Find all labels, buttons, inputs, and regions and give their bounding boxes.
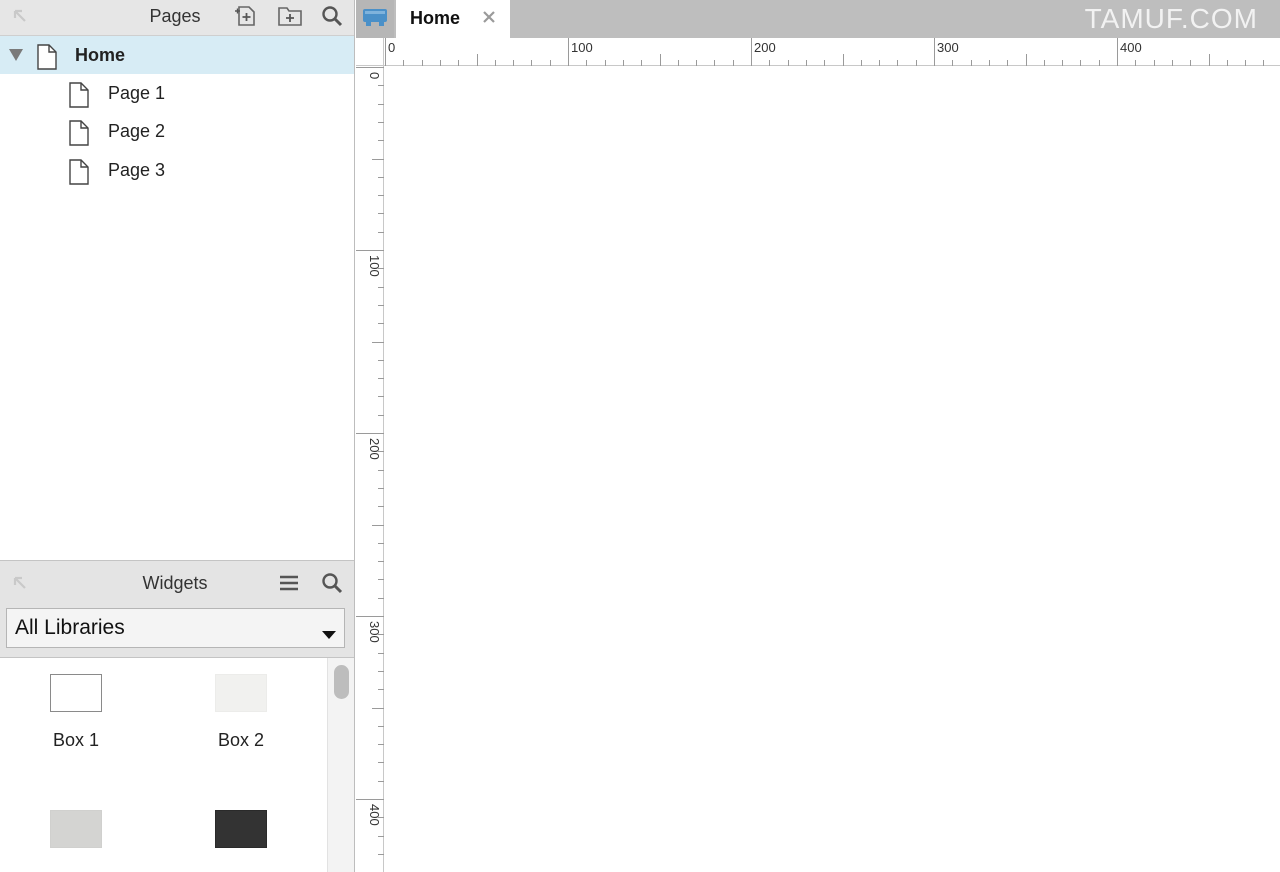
tab-home[interactable]: Home bbox=[396, 0, 510, 39]
expand-triangle-icon[interactable] bbox=[8, 48, 24, 67]
search-icon[interactable] bbox=[318, 570, 346, 596]
page-item-page-1[interactable]: Page 1 bbox=[0, 74, 354, 113]
sitemap-toggle-button[interactable] bbox=[356, 0, 394, 38]
ruler-label: 200 bbox=[367, 438, 382, 460]
widget-box-2[interactable]: Box 2 bbox=[181, 658, 301, 768]
ruler-label: 100 bbox=[367, 255, 382, 277]
close-icon[interactable] bbox=[480, 8, 498, 26]
box-3-thumbnail bbox=[50, 810, 102, 848]
page-document-icon bbox=[68, 82, 90, 113]
collapse-arrow-icon[interactable] bbox=[6, 3, 34, 29]
page-item-page-3[interactable]: Page 3 bbox=[0, 151, 354, 190]
box-2-thumbnail bbox=[215, 674, 267, 712]
pages-panel-title: Pages bbox=[149, 6, 201, 26]
library-select-value: All Libraries bbox=[15, 616, 125, 639]
widgets-panel-title: Widgets bbox=[142, 573, 208, 593]
collapse-arrow-icon[interactable] bbox=[6, 570, 34, 596]
page-item-label: Page 1 bbox=[108, 83, 166, 103]
widget-box-3[interactable] bbox=[16, 794, 136, 872]
ruler-corner bbox=[356, 38, 384, 66]
page-item-label: Home bbox=[75, 45, 126, 65]
chevron-down-icon bbox=[322, 626, 336, 644]
library-select[interactable]: All Libraries bbox=[6, 608, 345, 648]
widgets-panel-header: Widgets bbox=[0, 560, 354, 604]
page-document-icon bbox=[68, 159, 90, 190]
tab-bar: Home TAMUF.COM bbox=[356, 0, 1280, 39]
sitemap-icon bbox=[361, 6, 389, 33]
ruler-label: 0 bbox=[388, 40, 395, 55]
page-item-page-2[interactable]: Page 2 bbox=[0, 112, 354, 151]
ruler-label: 100 bbox=[571, 40, 593, 55]
watermark-text: TAMUF.COM bbox=[1084, 3, 1258, 34]
ruler-label: 300 bbox=[937, 40, 959, 55]
library-bar: All Libraries bbox=[0, 604, 354, 658]
design-canvas[interactable] bbox=[385, 67, 1280, 872]
menu-icon[interactable] bbox=[275, 570, 303, 596]
widget-list-scrollbar[interactable] bbox=[327, 658, 354, 872]
add-page-icon[interactable] bbox=[232, 3, 260, 29]
scrollbar-thumb[interactable] bbox=[334, 665, 349, 699]
pages-tree: Home Page 1 Page 2 Page 3 bbox=[0, 36, 354, 560]
page-item-home[interactable]: Home bbox=[0, 36, 354, 75]
vertical-ruler[interactable]: 0 100 200 300 400 bbox=[356, 66, 384, 872]
ruler-label: 300 bbox=[367, 621, 382, 643]
box-4-thumbnail bbox=[215, 810, 267, 848]
pages-panel-header: Pages bbox=[0, 0, 354, 36]
widget-box-1[interactable]: Box 1 bbox=[16, 658, 136, 768]
widget-list: Box 1 Box 2 bbox=[0, 658, 354, 872]
horizontal-ruler[interactable]: 0 100 200 300 400 bbox=[384, 38, 1280, 66]
widget-label: Box 2 bbox=[217, 730, 265, 750]
page-document-icon bbox=[36, 44, 58, 75]
page-item-label: Page 2 bbox=[108, 121, 166, 141]
widget-label: Box 1 bbox=[52, 730, 100, 750]
tab-label: Home bbox=[410, 8, 461, 28]
add-folder-icon[interactable] bbox=[276, 3, 304, 29]
page-document-icon bbox=[68, 120, 90, 151]
ruler-label: 200 bbox=[754, 40, 776, 55]
left-panel: Pages Home Page 1 Page 2 Page 3 Widgets … bbox=[0, 0, 355, 872]
search-icon[interactable] bbox=[318, 3, 346, 29]
ruler-label: 400 bbox=[367, 804, 382, 826]
ruler-label: 400 bbox=[1120, 40, 1142, 55]
page-item-label: Page 3 bbox=[108, 160, 166, 180]
widget-box-4[interactable] bbox=[181, 794, 301, 872]
ruler-label: 0 bbox=[367, 72, 382, 79]
box-1-thumbnail bbox=[50, 674, 102, 712]
